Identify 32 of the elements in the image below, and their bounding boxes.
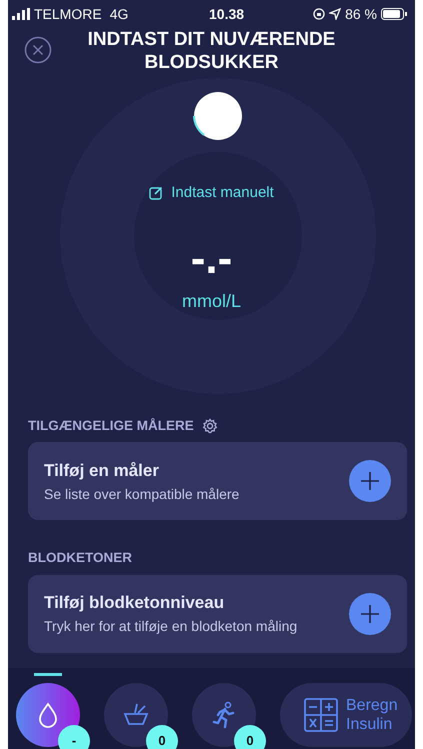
- calculator-icon: [304, 698, 338, 732]
- glucose-value: -.-: [190, 234, 232, 283]
- section-heading: BLODKETONER: [28, 549, 132, 568]
- signal-icon: [12, 8, 30, 20]
- network-type: 4G: [110, 4, 128, 24]
- add-card[interactable]: Tilføj blodketonniveau Tryk her for at tilføje en blodketon måling: [28, 574, 407, 652]
- active-indicator: [34, 672, 62, 676]
- carrier-name: TELMORE: [34, 4, 102, 24]
- card-title: Tilføj en måler: [44, 460, 160, 482]
- battery-icon: [381, 8, 407, 20]
- settings-icon: [202, 418, 218, 434]
- plus-icon: [349, 460, 391, 502]
- rotation-lock-icon: [313, 8, 326, 20]
- location-icon: [329, 8, 342, 20]
- screen-title: INDTAST DIT NUVÆRENDE BLODSUKKER: [86, 28, 336, 74]
- close-button[interactable]: [24, 36, 52, 64]
- card-title: Tilføj blodketonniveau: [44, 592, 226, 614]
- section-heading: TILGÆNGELIGE MÅLERE: [28, 417, 194, 435]
- unit-label: mmol/L: [182, 291, 241, 311]
- calculate-insulin-button[interactable]: Beregn Insulin: [280, 682, 412, 746]
- count-badge: 0: [146, 724, 178, 749]
- plus-icon: [349, 592, 391, 634]
- edit-icon: [149, 186, 164, 200]
- battery-percent: 86 %: [345, 4, 377, 24]
- clock: 10.38: [209, 4, 244, 24]
- add-card[interactable]: Tilføj en måler Se liste over kompatible målere: [28, 442, 407, 520]
- card-subtitle: Se liste over kompatible målere: [44, 484, 240, 504]
- count-badge: 0: [234, 724, 266, 749]
- manual-entry-link[interactable]: Indtast manuelt: [149, 182, 274, 204]
- card-subtitle: Tryk her for at tilføje en blodketon måling: [44, 616, 298, 636]
- close-icon: [24, 36, 52, 64]
- count-badge: -: [58, 724, 90, 749]
